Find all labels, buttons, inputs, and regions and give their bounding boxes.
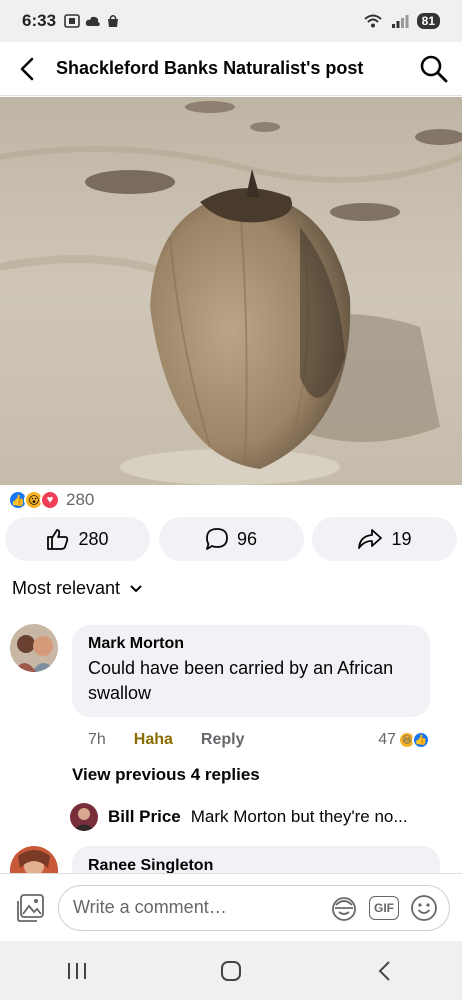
view-previous-replies-link[interactable]: View previous 4 replies <box>72 765 260 785</box>
avatar-image <box>10 624 58 672</box>
comment-input[interactable] <box>73 897 329 918</box>
comment-button[interactable]: 96 <box>158 517 304 561</box>
search-icon <box>420 55 448 82</box>
add-photo-button[interactable] <box>10 888 50 928</box>
cloud-icon <box>85 16 100 26</box>
wifi-icon <box>363 14 382 28</box>
comment-composer: GIF <box>0 873 462 941</box>
back-arrow-icon <box>378 960 390 981</box>
share-button[interactable]: 19 <box>312 517 457 561</box>
search-button[interactable] <box>406 42 462 96</box>
emoji-icon[interactable] <box>409 893 439 923</box>
reaction-count: 280 <box>66 490 95 509</box>
comment-bubble[interactable]: Ranee Singleton <box>72 846 440 873</box>
post-actions: 280 96 19 <box>5 517 457 561</box>
comment-bubble[interactable]: Mark Morton Could have been carried by a… <box>72 625 430 717</box>
comment-author[interactable]: Ranee Singleton <box>88 857 424 873</box>
haha-reaction-button[interactable]: Haha <box>134 731 173 749</box>
home-button[interactable] <box>201 951 261 991</box>
screenshot-icon <box>64 14 80 28</box>
home-icon <box>221 960 241 981</box>
chevron-down-icon <box>130 584 142 592</box>
reply-text: Mark Morton but they're no... <box>190 807 408 826</box>
post-header: Shackleford Banks Naturalist's post <box>0 42 462 96</box>
reply-button[interactable]: Reply <box>201 731 245 749</box>
comment-bubble-icon <box>206 528 228 550</box>
love-reaction-icon: ♥ <box>40 490 60 510</box>
thumbs-up-icon <box>47 529 69 550</box>
status-time: 6:33 <box>22 11 57 30</box>
comment-count: 96 <box>236 528 258 549</box>
comment-meta: 7h Haha Reply 47 😆 👍 <box>88 731 430 749</box>
recent-apps-icon <box>68 962 86 979</box>
avatar[interactable] <box>10 846 58 873</box>
signal-icon <box>391 15 409 28</box>
comment-input-field[interactable]: GIF <box>58 884 450 931</box>
gif-label: GIF <box>374 900 394 915</box>
reply-author[interactable]: Bill Price <box>108 807 181 827</box>
avatar[interactable] <box>10 624 58 672</box>
like-reaction-icon: 👍 <box>412 731 430 749</box>
reply-preview[interactable]: Bill Price Mark Morton but they're no... <box>70 803 450 831</box>
back-button[interactable] <box>0 42 56 96</box>
photo-icon <box>17 893 44 922</box>
comment-reaction-count: 47 <box>378 731 396 748</box>
like-button[interactable]: 280 <box>5 517 150 561</box>
recent-apps-button[interactable] <box>47 951 107 991</box>
comment-time: 7h <box>88 731 106 748</box>
status-bar: 6:33 81 <box>0 0 462 42</box>
post-photo[interactable] <box>0 97 462 485</box>
system-nav-bar <box>0 941 462 1000</box>
reaction-summary[interactable]: 👍 😮 ♥ 280 <box>8 488 94 512</box>
comment-author[interactable]: Mark Morton <box>88 635 414 653</box>
share-arrow-icon <box>358 529 383 549</box>
avatar-image <box>10 846 58 873</box>
chevron-left-icon <box>20 57 34 80</box>
shopping-bag-icon <box>108 15 119 27</box>
battery-indicator: 81 <box>416 13 440 29</box>
sort-label: Most relevant <box>12 578 121 598</box>
avatar[interactable] <box>70 803 98 831</box>
like-count: 280 <box>78 528 109 549</box>
system-back-button[interactable] <box>355 951 415 991</box>
share-count: 19 <box>391 528 412 549</box>
avatar-sticker-icon[interactable] <box>329 893 359 923</box>
avatar-image <box>70 803 98 831</box>
coconut-on-beach-image <box>0 97 462 485</box>
gif-button[interactable]: GIF <box>369 895 399 920</box>
comment-sort-dropdown[interactable]: Most relevant <box>12 578 142 599</box>
comment-text: Could have been carried by an African sw… <box>88 658 394 703</box>
page-title: Shackleford Banks Naturalist's post <box>56 58 364 78</box>
